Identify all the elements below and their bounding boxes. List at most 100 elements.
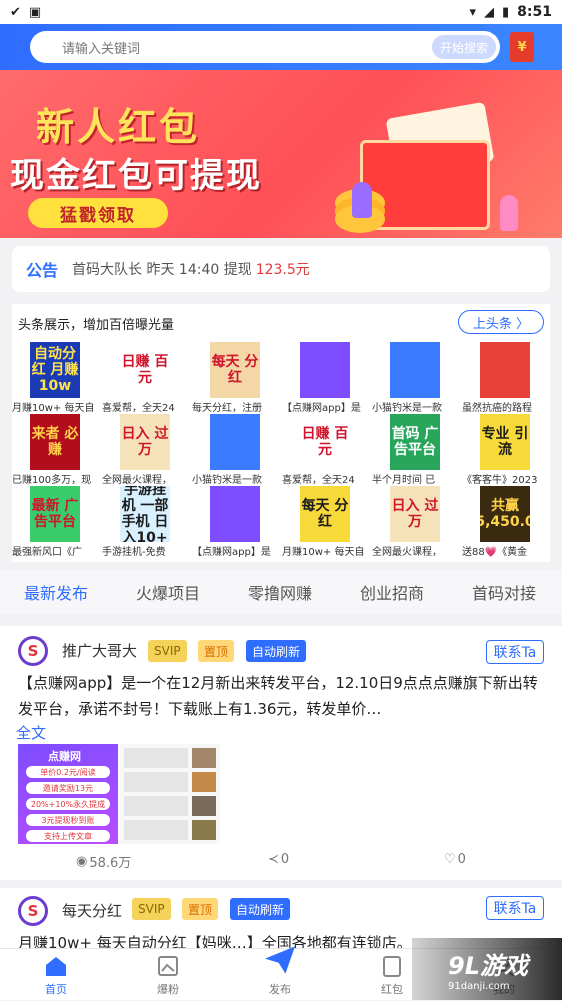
- post-image-line: 邀请奖励13元: [26, 782, 110, 794]
- headline-thumbnail: 日入 过万: [390, 486, 440, 542]
- headline-item[interactable]: 虽然抗癌的路程: [462, 342, 551, 414]
- red-packet-icon[interactable]: ¥: [510, 32, 534, 62]
- headline-item[interactable]: 日入 过万 全网最火课程，: [372, 486, 461, 558]
- search-input[interactable]: 请输入关键词 开始搜索: [30, 31, 500, 63]
- post-image-line: 支持上传文章: [26, 830, 110, 842]
- headline-item[interactable]: 【点赚网app】是: [282, 342, 371, 414]
- headline-item[interactable]: 每天 分红 每天分红，注册: [192, 342, 281, 414]
- post-author[interactable]: 推广大哥大: [62, 640, 137, 661]
- avatar[interactable]: S: [18, 896, 48, 926]
- nav-home[interactable]: 首页: [0, 949, 112, 1001]
- tab-business[interactable]: 创业招商: [336, 580, 448, 604]
- headline-item[interactable]: 日赚 百元 喜爱帮，全天24: [102, 342, 191, 414]
- headline-item[interactable]: 首码 广告平台半个月时间 已: [372, 414, 461, 486]
- headline-caption: 全网最火课程，: [102, 475, 172, 486]
- feed-post[interactable]: S 推广大哥大 SVIP 置顶 自动刷新 联系Ta 【点赚网app】是一个在12…: [0, 626, 562, 880]
- headline-item[interactable]: 每天 分红 月赚10w+ 每天自: [282, 486, 371, 558]
- status-bar: ✔ ▣ ▾ ◢ ▮ 8:51: [0, 0, 562, 24]
- views-stat: ◉ 58.6万: [76, 852, 131, 871]
- pinned-badge: 置顶: [198, 640, 235, 662]
- announcement-bar[interactable]: 公告 首码大队长 昨天 14:40 提现 123.5元: [12, 246, 550, 292]
- headline-thumbnail: 日赚 百元: [300, 414, 350, 470]
- promo-banner[interactable]: 新人红包 现金红包可提现 猛戳领取: [0, 70, 562, 238]
- headline-item[interactable]: 小猫钓米是一款: [372, 342, 461, 414]
- headline-item[interactable]: 来者 必赚 已赚100多万，现: [12, 414, 101, 486]
- category-tabs: 最新发布 火爆项目 零撸网赚 创业招商 首码对接: [0, 570, 562, 614]
- red-packet-nav-icon: [383, 956, 401, 977]
- headline-thumbnail: 每天 分红: [300, 486, 350, 542]
- red-packet-glyph: ¥: [517, 39, 527, 55]
- headline-grid: 自动分红 月赚10w 月赚10w+ 每天自 日赚 百元 喜爱帮，全天24 每天 分红 每天…: [12, 342, 550, 558]
- signal-icon: ◢: [484, 4, 495, 20]
- headline-item[interactable]: 专业 引流 《客客牛》2023: [462, 414, 551, 486]
- svip-badge: SVIP: [132, 898, 171, 920]
- headline-thumbnail: 手游挂机 一部手机 日入10+: [120, 486, 170, 542]
- full-text-link[interactable]: 全文: [16, 722, 46, 743]
- headline-caption: 《客客牛》2023: [462, 475, 538, 486]
- announcement-text: 首码大队长 昨天 14:40 提现: [72, 262, 252, 278]
- avatar[interactable]: S: [18, 636, 48, 666]
- post-stats: ◉ 58.6万 ≺ 0 ♡ 0: [0, 852, 562, 872]
- headline-caption: 小猫钓米是一款: [192, 475, 262, 486]
- post-image-row: [124, 772, 216, 792]
- headline-caption: 小猫钓米是一款: [372, 403, 442, 414]
- headline-item[interactable]: 共赢 $5,450.00 送88💗《黄金: [462, 486, 551, 558]
- headline-showcase: 头条展示，增加百倍曝光量 上头条 〉 自动分红 月赚10w 月赚10w+ 每天自日…: [12, 304, 550, 562]
- headline-thumbnail: 首码 广告平台: [390, 414, 440, 470]
- post-image[interactable]: 点赚网 单价0.2元/阅读 邀请奖励13元 20%+10%永久提成 3元提现秒到…: [18, 744, 118, 844]
- battery-icon: ▮: [502, 4, 510, 20]
- search-button[interactable]: 开始搜索: [431, 35, 496, 59]
- headline-item[interactable]: 最新 广告平台 最强新风口《广: [12, 486, 101, 558]
- post-author[interactable]: 每天分红: [62, 900, 122, 921]
- tab-latest[interactable]: 最新发布: [0, 580, 112, 604]
- avatar-letter: S: [27, 902, 39, 920]
- headline-item[interactable]: 手游挂机 一部手机 日入10+ 手游挂机-免费: [102, 486, 191, 558]
- headline-thumbnail: 共赢 $5,450.00: [480, 486, 530, 542]
- app-notification-icon: ▣: [28, 4, 42, 20]
- tab-first-code[interactable]: 首码对接: [448, 580, 560, 604]
- headline-item[interactable]: 日入 过万全网最火课程，: [102, 414, 191, 486]
- go-headline-button[interactable]: 上头条 〉: [458, 310, 544, 334]
- headline-item[interactable]: 自动分红 月赚10w 月赚10w+ 每天自: [12, 342, 101, 414]
- headline-caption: 手游挂机-免费: [102, 547, 166, 558]
- headline-thumbnail: 自动分红 月赚10w: [30, 342, 80, 398]
- nav-fans[interactable]: 爆粉: [112, 949, 224, 1001]
- wifi-icon: ▾: [469, 4, 477, 20]
- headline-item[interactable]: 【点赚网app】是: [192, 486, 281, 558]
- like-stat[interactable]: ♡ 0: [444, 852, 466, 867]
- contact-button[interactable]: 联系Ta: [486, 640, 544, 664]
- headline-caption: 最强新风口《广: [12, 547, 82, 558]
- avatar-letter: S: [27, 642, 39, 660]
- share-stat[interactable]: ≺ 0: [268, 852, 289, 867]
- post-body: 【点赚网app】是一个在12月新出来转发平台，12.10日9点点点赚旗下新出转发…: [18, 674, 538, 718]
- share-icon: ≺: [268, 852, 279, 867]
- tab-hot[interactable]: 火爆项目: [112, 580, 224, 604]
- nav-publish[interactable]: 发布: [224, 946, 336, 1001]
- headline-thumbnail: 日入 过万: [120, 414, 170, 470]
- status-time: 8:51: [517, 4, 552, 20]
- headline-caption: 半个月时间 已: [372, 475, 436, 486]
- nav-redpacket-label: 红包: [381, 983, 403, 996]
- tab-zero-cost[interactable]: 零撸网赚: [224, 580, 336, 604]
- auto-refresh-badge: 自动刷新: [246, 640, 307, 662]
- headline-item[interactable]: 日赚 百元喜爱帮，全天24: [282, 414, 371, 486]
- post-image-row: [124, 796, 216, 816]
- svip-badge: SVIP: [148, 640, 187, 662]
- post-image-row: [124, 820, 216, 840]
- likes-count: 0: [457, 852, 466, 867]
- headline-caption: 月赚10w+ 每天自: [12, 403, 95, 414]
- site-watermark: 9L游戏 91danji.com: [412, 938, 562, 1000]
- search-placeholder: 请输入关键词: [62, 41, 141, 57]
- thumbs-up-icon: ♡: [444, 852, 456, 867]
- headline-caption: 【点赚网app】是: [192, 547, 271, 558]
- headline-thumbnail: [210, 414, 260, 470]
- headline-item[interactable]: 小猫钓米是一款: [192, 414, 281, 486]
- headline-caption: 喜爱帮，全天24: [102, 403, 175, 414]
- views-count: 58.6万: [89, 856, 132, 871]
- headline-caption: 虽然抗癌的路程: [462, 403, 532, 414]
- headline-caption: 喜爱帮，全天24: [282, 475, 355, 486]
- search-header: 请输入关键词 开始搜索 ¥: [0, 24, 562, 70]
- post-image[interactable]: [120, 744, 220, 844]
- banner-claim-button[interactable]: 猛戳领取: [28, 198, 168, 228]
- contact-button[interactable]: 联系Ta: [486, 896, 544, 920]
